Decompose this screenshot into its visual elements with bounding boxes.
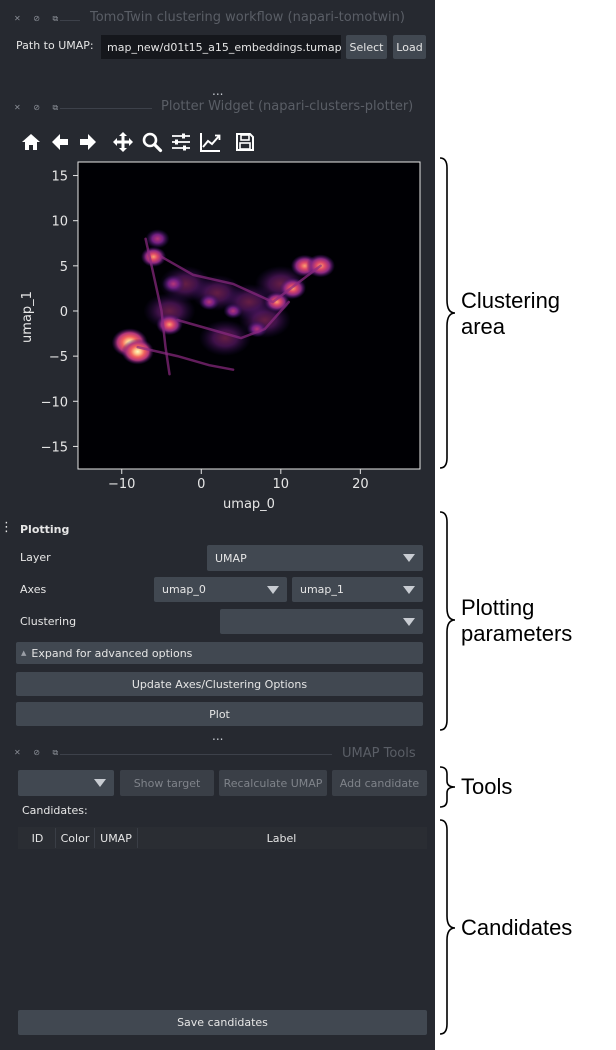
forward-arrow-icon[interactable] [77, 131, 99, 153]
home-icon[interactable] [20, 131, 42, 153]
add-candidate-button[interactable]: Add candidate [332, 770, 427, 796]
plotter-widget-title: Plotter Widget (napari-clusters-plotter) [161, 99, 414, 114]
layer-select[interactable]: UMAP [207, 545, 423, 571]
annotation-line: area [461, 314, 506, 339]
show-target-button[interactable]: Show target [120, 770, 214, 796]
y-ticks: 15 10 5 0 −5 −10 −15 [41, 170, 78, 455]
clustering-label: Clustering [20, 615, 77, 628]
density-cluster [145, 229, 170, 249]
candidates-table-body[interactable] [18, 849, 427, 1004]
y-tick-label: 0 [60, 305, 68, 320]
annotation-clustering-area: Clustering area [461, 288, 560, 340]
title-rule [60, 754, 332, 755]
annotation-braces [439, 157, 456, 1035]
annotation-candidates: Candidates [461, 915, 573, 940]
x-tick-label: 20 [352, 477, 369, 492]
back-arrow-icon[interactable] [49, 131, 71, 153]
column-header-label[interactable]: Label [138, 828, 425, 848]
configure-subplots-icon[interactable] [170, 131, 192, 153]
recalculate-umap-button[interactable]: Recalculate UMAP [219, 770, 327, 796]
annotation-plotting-parameters: Plotting parameters [461, 595, 572, 647]
axes-label: Axes [20, 583, 47, 596]
column-header-color[interactable]: Color [56, 828, 95, 848]
annotation-line: parameters [461, 621, 573, 646]
y-tick-label: 10 [51, 215, 68, 230]
chevron-down-icon [403, 617, 415, 626]
y-tick-label: 15 [51, 170, 68, 185]
chevron-down-icon [94, 779, 106, 787]
y-tick-label: 5 [60, 260, 68, 275]
brace-tools [439, 766, 456, 808]
edit-axis-icon[interactable] [199, 131, 221, 153]
clustering-select[interactable] [220, 609, 423, 634]
pan-icon[interactable] [112, 131, 134, 153]
plotting-header: Plotting [20, 523, 70, 536]
save-icon[interactable] [234, 131, 256, 153]
tomotwin-window-controls[interactable]: ✕ ⊘ ⧉ [14, 14, 63, 24]
path-to-umap-label: Path to UMAP: [16, 39, 94, 52]
y-tick-label: −10 [41, 395, 68, 410]
layer-select-value: UMAP [215, 551, 247, 565]
umap-tools-window-controls[interactable]: ✕ ⊘ ⧉ [14, 748, 63, 758]
advanced-options-label: Expand for advanced options [31, 646, 193, 660]
x-axis-label: umap_0 [223, 497, 275, 512]
candidates-label: Candidates: [22, 804, 88, 817]
title-rule [60, 20, 80, 21]
umap-path-input[interactable]: map_new/d01t15_a15_embeddings.tumap [101, 35, 341, 59]
density-cluster [199, 293, 220, 311]
brace-candidates [439, 819, 456, 1035]
density-cluster [156, 313, 183, 336]
drag-handle-icon[interactable]: ⋮ [0, 520, 13, 535]
umap-scatter-chart[interactable]: −10 0 10 20 15 10 5 0 −5 −10 −15 umap_0 umap_1 [0, 155, 435, 515]
umap-tools-title: UMAP Tools [342, 746, 416, 761]
chevron-down-icon [403, 554, 415, 562]
density-cluster [162, 274, 185, 294]
density-cluster [121, 338, 154, 365]
plot-button[interactable]: Plot [16, 702, 423, 726]
axis-y-select[interactable]: umap_1 [292, 577, 423, 602]
triangle-up-icon: ▲ [21, 649, 27, 657]
save-candidates-button[interactable]: Save candidates [18, 1010, 427, 1035]
title-rule [60, 108, 152, 109]
annotation-tools: Tools [461, 774, 513, 799]
tomotwin-widget-title: TomoTwin clustering workflow (napari-tom… [90, 10, 405, 25]
x-tick-label: −10 [108, 477, 135, 492]
y-tick-label: −15 [41, 440, 68, 455]
x-ticks: −10 0 10 20 [108, 469, 369, 492]
splitter-handle[interactable]: ... [212, 84, 223, 98]
splitter-handle[interactable]: ... [212, 729, 223, 743]
annotation-line: Plotting [461, 595, 535, 620]
x-tick-label: 0 [197, 477, 205, 492]
chevron-down-icon [267, 585, 279, 594]
axis-x-select[interactable]: umap_0 [154, 577, 287, 602]
brace-plotting [439, 511, 456, 731]
umap-tools-dropdown[interactable] [18, 770, 114, 796]
x-tick-label: 10 [273, 477, 290, 492]
napari-dock-panel: ✕ ⊘ ⧉ TomoTwin clustering workflow (napa… [0, 0, 435, 1050]
zoom-icon[interactable] [141, 131, 163, 153]
update-axes-clustering-button[interactable]: Update Axes/Clustering Options [16, 672, 423, 696]
select-button[interactable]: Select [346, 35, 387, 59]
advanced-options-toggle[interactable]: ▲ Expand for advanced options [16, 642, 423, 664]
axis-x-select-value: umap_0 [162, 583, 206, 596]
column-header-umap[interactable]: UMAP [95, 828, 138, 848]
plotter-window-controls[interactable]: ✕ ⊘ ⧉ [14, 103, 63, 113]
y-tick-label: −5 [49, 350, 68, 365]
density-cluster [223, 303, 243, 319]
load-button[interactable]: Load [393, 35, 426, 59]
chevron-down-icon [403, 585, 415, 594]
brace-clustering [439, 157, 456, 469]
annotation-line: Clustering [461, 288, 561, 313]
layer-label: Layer [20, 551, 51, 564]
y-axis-label: umap_1 [20, 291, 35, 343]
axis-y-select-value: umap_1 [300, 583, 344, 596]
column-header-id[interactable]: ID [20, 828, 56, 848]
